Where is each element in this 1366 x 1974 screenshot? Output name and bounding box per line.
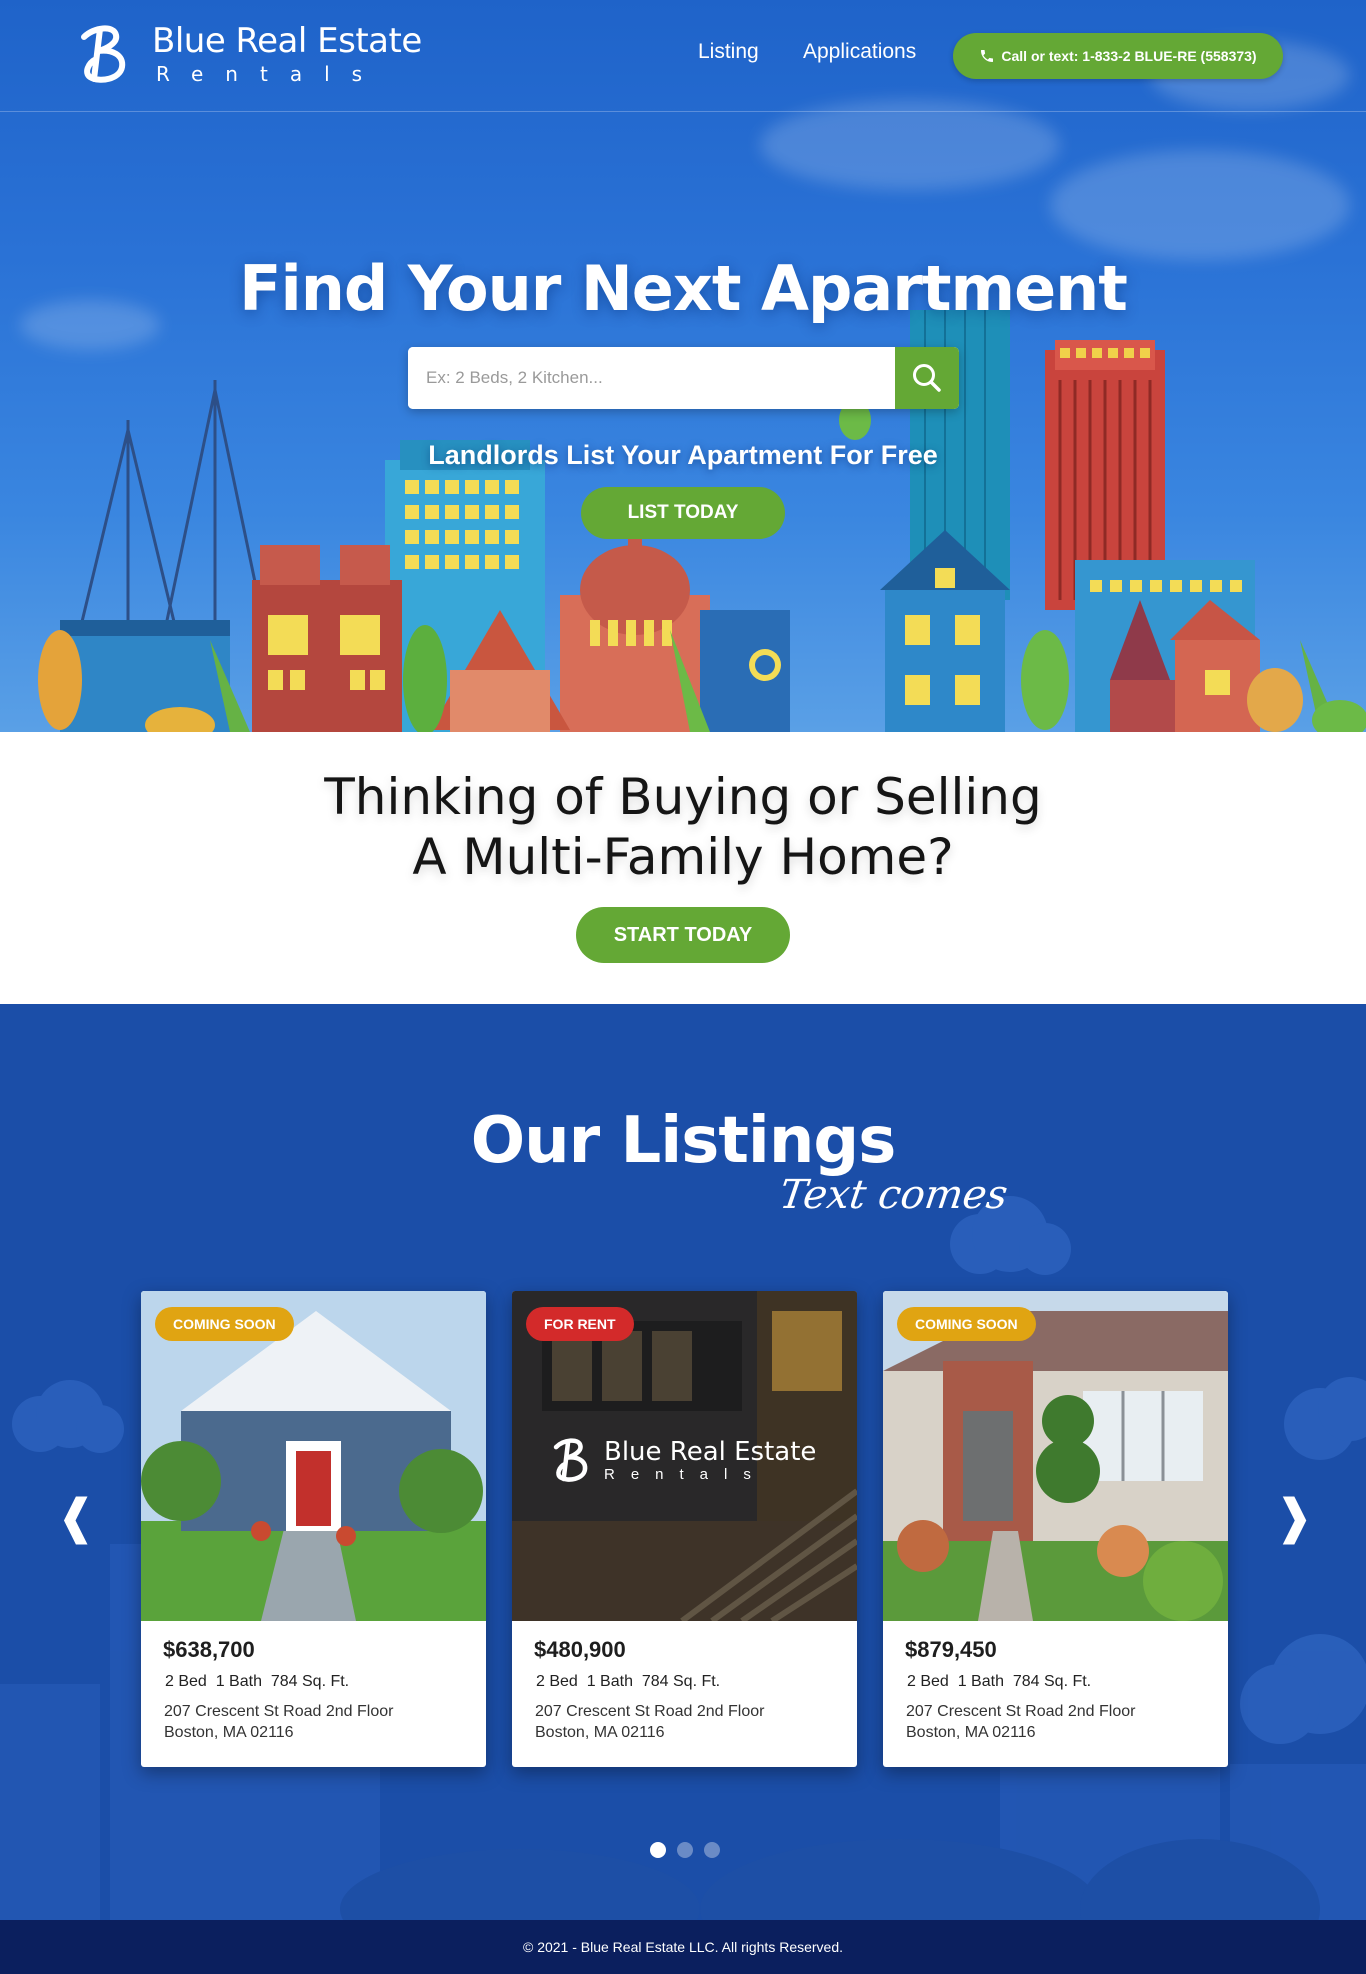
- overlay-logo-subtitle: Rentals: [604, 1465, 767, 1483]
- carousel-next-button[interactable]: ❱: [1274, 1489, 1314, 1545]
- listing-card[interactable]: COMING SOON $638,700 2 Bed 1 Bath 784 Sq…: [141, 1291, 486, 1767]
- site-header: Blue Real Estate Rentals Listing Applica…: [0, 0, 1366, 112]
- cloud: [1050, 150, 1350, 260]
- nav-applications[interactable]: Applications: [803, 40, 916, 64]
- listing-specs: 2 Bed 1 Bath 784 Sq. Ft.: [165, 1673, 350, 1690]
- buy-sell-section: Thinking of Buying or Selling A Multi-Fa…: [0, 732, 1366, 1004]
- listing-card[interactable]: COMING SOON $879,450 2 Bed 1 Bath 784 Sq…: [883, 1291, 1228, 1767]
- call-label: Call or text: 1-833-2 BLUE-RE (558373): [1001, 48, 1257, 64]
- carousel-dot[interactable]: [677, 1842, 693, 1858]
- listings-subtitle: Text comes: [776, 1172, 1011, 1218]
- start-today-button[interactable]: START TODAY: [576, 907, 790, 963]
- overlay-logo-title: Blue Real Estate: [604, 1436, 817, 1467]
- listing-price: $638,700: [163, 1637, 255, 1662]
- site-footer: © 2021 - Blue Real Estate LLC. All right…: [0, 1920, 1366, 1974]
- address-line-2: Boston, MA 02116: [906, 1724, 1036, 1741]
- address-line-2: Boston, MA 02116: [164, 1724, 294, 1741]
- landlord-text: Landlords List Your Apartment For Free: [428, 440, 938, 470]
- listings-title: Our Listings: [470, 1104, 897, 1178]
- logo-title: Blue Real Estate: [152, 21, 422, 61]
- address-line-1: 207 Crescent St Road 2nd Floor: [906, 1703, 1136, 1720]
- status-badge: FOR RENT: [526, 1307, 634, 1341]
- address-line-1: 207 Crescent St Road 2nd Floor: [164, 1703, 394, 1720]
- phone-icon: [981, 50, 994, 62]
- search-button[interactable]: [895, 347, 959, 409]
- listing-address: 207 Crescent St Road 2nd Floor Boston, M…: [164, 1701, 393, 1743]
- carousel-dots: [650, 1842, 720, 1858]
- listing-price: $879,450: [905, 1637, 997, 1662]
- listing-specs: 2 Bed 1 Bath 784 Sq. Ft.: [907, 1673, 1092, 1690]
- buy-sell-line-1: Thinking of Buying or Selling: [324, 768, 1042, 826]
- logo-b-icon: [81, 25, 126, 83]
- status-badge: COMING SOON: [897, 1307, 1036, 1341]
- listing-price: $480,900: [534, 1637, 626, 1662]
- listings-section: Our Listings Text comes ❰ ❱ COMING SOON …: [0, 1004, 1366, 1920]
- hero-title: Find Your Next Apartment: [239, 252, 1128, 325]
- buy-sell-line-2: A Multi-Family Home?: [412, 828, 954, 886]
- call-button[interactable]: Call or text: 1-833-2 BLUE-RE (558373): [953, 33, 1283, 79]
- status-badge: COMING SOON: [155, 1307, 294, 1341]
- search-icon: [913, 364, 941, 392]
- copyright-text: © 2021 - Blue Real Estate LLC. All right…: [522, 1939, 844, 1955]
- listing-address: 207 Crescent St Road 2nd Floor Boston, M…: [906, 1701, 1135, 1743]
- search-bar: [408, 347, 959, 409]
- logo[interactable]: Blue Real Estate Rentals: [76, 22, 422, 86]
- carousel-dot[interactable]: [650, 1842, 666, 1858]
- photo-logo-overlay: Blue Real Estate Rentals: [550, 1436, 816, 1484]
- hero-section: Blue Real Estate Rentals Listing Applica…: [0, 0, 1366, 732]
- search-input[interactable]: [408, 347, 895, 409]
- listing-card[interactable]: Blue Real Estate Rentals FOR RENT $480,9…: [512, 1291, 857, 1767]
- listing-specs: 2 Bed 1 Bath 784 Sq. Ft.: [536, 1673, 721, 1690]
- address-line-2: Boston, MA 02116: [535, 1724, 665, 1741]
- nav-listing[interactable]: Listing: [698, 40, 759, 64]
- address-line-1: 207 Crescent St Road 2nd Floor: [535, 1703, 765, 1720]
- buy-sell-heading: Thinking of Buying or Selling A Multi-Fa…: [0, 767, 1366, 887]
- cloud: [760, 100, 1060, 190]
- logo-subtitle: Rentals: [156, 62, 385, 86]
- listing-address: 207 Crescent St Road 2nd Floor Boston, M…: [535, 1701, 764, 1743]
- logo-b-icon: [553, 1438, 588, 1482]
- list-today-button[interactable]: LIST TODAY: [581, 487, 785, 539]
- carousel-prev-button[interactable]: ❰: [56, 1489, 96, 1545]
- carousel-dot[interactable]: [704, 1842, 720, 1858]
